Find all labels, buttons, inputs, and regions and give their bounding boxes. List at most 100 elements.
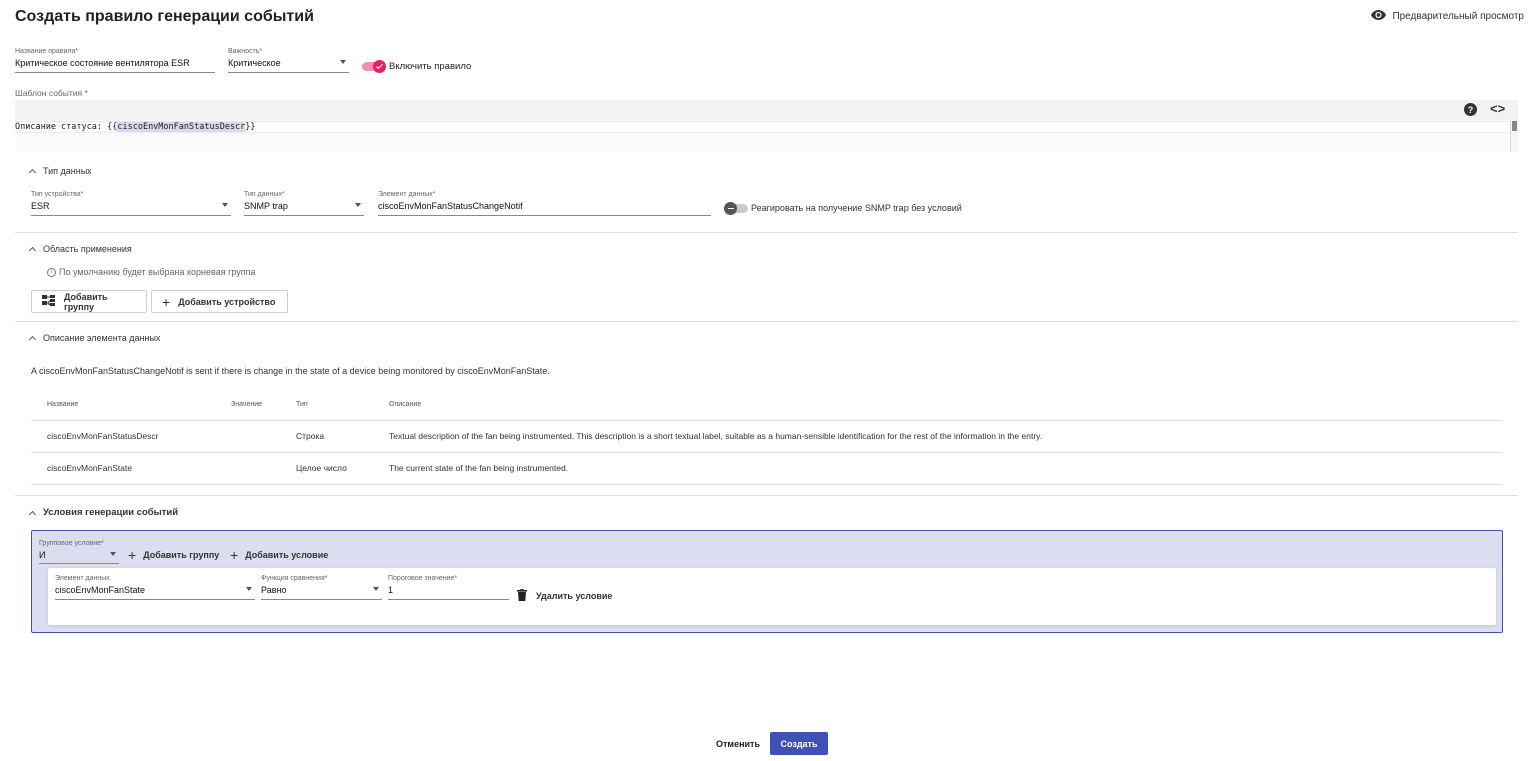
template-editor[interactable]: ? <> Описание статуса: {{ciscoEnvMonFanS…: [15, 100, 1518, 152]
add-condition-label: Добавить условие: [245, 550, 329, 560]
add-condition-button[interactable]: + Добавить условие: [230, 548, 328, 562]
add-condition-group-button[interactable]: + Добавить группу: [128, 548, 219, 562]
enable-rule-label: Включить правило: [389, 61, 472, 72]
table-row: ciscoEnvMonFanStatusDescr Строка Textual…: [31, 419, 1503, 452]
compare-function-value: Равно: [261, 585, 287, 595]
editor-scrollbar[interactable]: [1510, 120, 1518, 152]
data-element-input[interactable]: ciscoEnvMonFanStatusChangeNotif: [378, 198, 711, 216]
check-icon: [373, 60, 386, 73]
chevron-up-icon: [28, 246, 37, 255]
data-type-value: SNMP trap: [244, 201, 288, 211]
cell-value: [231, 451, 296, 485]
chevron-up-icon: [28, 510, 37, 518]
scope-section-title: Область применения: [43, 244, 132, 254]
add-group-label: Добавить группу: [64, 291, 108, 312]
data-elements-table: Название Значение Тип Описание ciscoEnvM…: [31, 390, 1503, 485]
preview-label: Предварительный просмотр: [1392, 11, 1524, 22]
conditions-section-title: Условия генерации событий: [43, 507, 179, 518]
data-type-select[interactable]: Тип данных* SNMP trap: [244, 191, 364, 216]
condition-element-select[interactable]: Элемент данных ciscoEnvMonFanState: [55, 575, 255, 600]
cell-description: The current state of the fan being instr…: [389, 451, 1503, 485]
chevron-down-icon: [222, 203, 228, 207]
scope-hint-text: По умолчанию будет выбрана корневая груп…: [59, 267, 256, 277]
group-condition-select[interactable]: Групповое условие* И: [39, 540, 119, 564]
condition-group: Групповое условие* И + Добавить группу +…: [31, 530, 1503, 633]
threshold-label: Пороговое значение*: [388, 575, 458, 582]
section-divider: [15, 321, 1518, 322]
help-icon[interactable]: ?: [1464, 103, 1477, 116]
add-device-button[interactable]: + Добавить устройство: [151, 290, 288, 313]
code-icon[interactable]: <>: [1490, 101, 1505, 116]
scope-hint: i По умолчанию будет выбрана корневая гр…: [47, 267, 256, 277]
cell-value: [231, 419, 296, 452]
condition-element-value: ciscoEnvMonFanState: [55, 585, 146, 595]
code-suffix: }}: [245, 122, 256, 132]
table-row: ciscoEnvMonFanState Целое число The curr…: [31, 451, 1503, 485]
chevron-up-icon: [28, 335, 37, 344]
rule-name-label: Название правила*: [15, 48, 79, 55]
create-button[interactable]: Создать: [770, 732, 828, 755]
scope-section-header[interactable]: Область применения: [28, 244, 132, 255]
column-header-name: Название: [47, 401, 79, 409]
add-condition-group-label: Добавить группу: [143, 550, 220, 560]
add-group-button[interactable]: Добавить группу: [31, 290, 147, 313]
chevron-up-icon: [28, 168, 37, 177]
severity-value: Критическое: [228, 58, 281, 68]
trash-icon: [517, 589, 527, 603]
data-element-field[interactable]: Элемент данных* ciscoEnvMonFanStatusChan…: [378, 191, 711, 216]
compare-function-label: Функция сравнения*: [261, 575, 328, 582]
cell-description: Textual description of the fan being ins…: [389, 419, 1503, 452]
chevron-down-icon: [340, 60, 346, 64]
description-section-title: Описание элемента данных: [43, 333, 161, 343]
device-type-select[interactable]: Тип устройства* ESR: [31, 191, 231, 216]
cell-type: Строка: [296, 419, 389, 452]
editor-toolbar: [15, 100, 1518, 120]
severity-select[interactable]: Важность* Критическое: [228, 48, 349, 73]
threshold-input[interactable]: 1: [388, 582, 509, 600]
code-variable: ciscoEnvMonFanStatusDescr: [117, 122, 246, 132]
cell-name: ciscoEnvMonFanStatusDescr: [31, 419, 231, 452]
plus-icon: +: [162, 293, 171, 310]
delete-condition-button[interactable]: Удалить условие: [517, 589, 612, 603]
group-condition-value: И: [39, 550, 46, 560]
data-type-label: Тип данных*: [244, 191, 285, 198]
column-header-type: Тип: [296, 401, 308, 409]
cancel-button[interactable]: Отменить: [712, 732, 764, 755]
add-device-label: Добавить устройство: [178, 296, 276, 307]
column-header-description: Описание: [389, 401, 422, 409]
data-element-label: Элемент данных*: [378, 191, 436, 198]
table-header-row: Название Значение Тип Описание: [31, 390, 1503, 420]
data-type-section-title: Тип данных: [43, 166, 92, 176]
react-without-conditions-toggle[interactable]: Реагировать на получение SNMP trap без у…: [724, 200, 994, 216]
info-icon: i: [47, 267, 56, 277]
chevron-down-icon: [373, 587, 379, 591]
chevron-down-icon: [246, 587, 252, 591]
minus-icon: [724, 202, 737, 215]
group-condition-label: Групповое условие*: [39, 540, 104, 547]
delete-condition-label: Удалить условие: [536, 591, 613, 601]
code-prefix: Описание статуса: {{: [15, 122, 118, 132]
device-type-value: ESR: [31, 201, 50, 211]
rule-name-field[interactable]: Название правила* Критическое состояние …: [15, 48, 215, 73]
description-section-header[interactable]: Описание элемента данных: [28, 333, 161, 344]
conditions-section-header[interactable]: Условия генерации событий: [28, 507, 179, 518]
description-text: A ciscoEnvMonFanStatusChangeNotif is sen…: [31, 366, 550, 376]
condition-element-label: Элемент данных: [55, 575, 110, 582]
chevron-down-icon: [355, 203, 361, 207]
compare-function-select[interactable]: Функция сравнения* Равно: [261, 575, 382, 600]
rule-name-input[interactable]: Критическое состояние вентилятора ESR: [15, 55, 215, 73]
section-divider: [15, 232, 1518, 233]
device-type-label: Тип устройства*: [31, 191, 84, 198]
cell-type: Целое число: [296, 451, 389, 485]
threshold-field[interactable]: Пороговое значение* 1: [388, 575, 509, 600]
plus-icon: +: [230, 547, 239, 563]
data-type-section-header[interactable]: Тип данных: [28, 166, 92, 177]
template-label: Шаблон события *: [15, 88, 88, 98]
column-header-value: Значение: [231, 401, 263, 409]
code-line[interactable]: Описание статуса: {{ciscoEnvMonFanStatus…: [15, 121, 1510, 133]
condition-card: Элемент данных ciscoEnvMonFanState Функц…: [48, 568, 1496, 625]
enable-rule-toggle[interactable]: Включить правило: [362, 58, 482, 74]
group-tree-icon: [42, 295, 56, 308]
cell-name: ciscoEnvMonFanState: [31, 451, 231, 485]
preview-button[interactable]: Предварительный просмотр: [1371, 10, 1524, 23]
